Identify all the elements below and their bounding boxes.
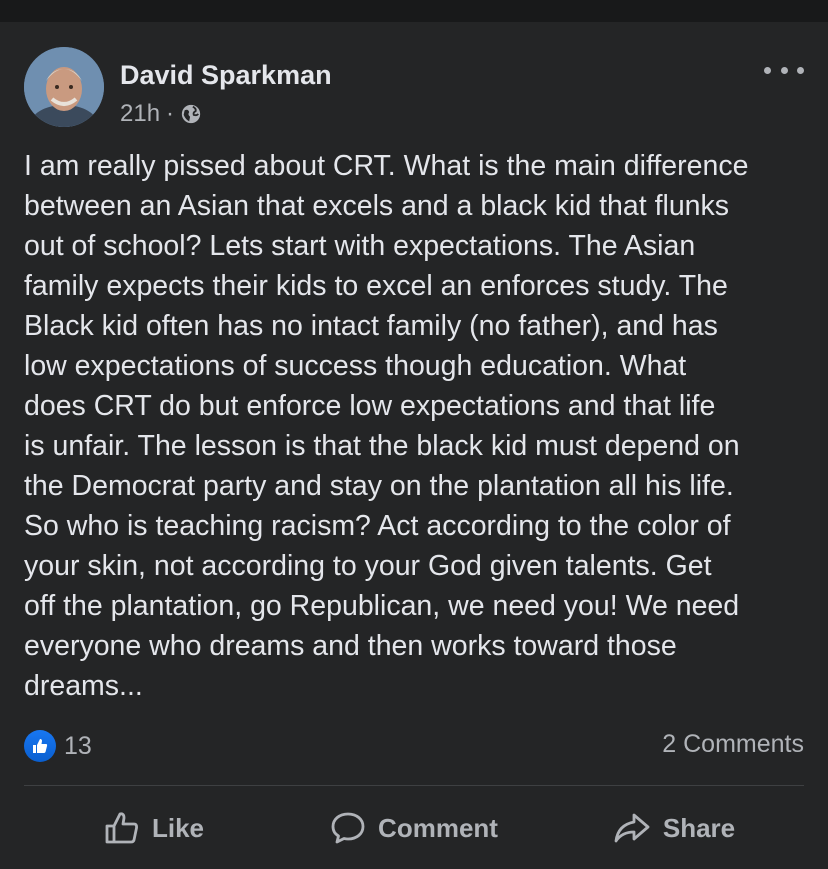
share-label: Share (662, 812, 736, 843)
reactions-summary[interactable]: 13 (24, 730, 92, 762)
action-bar: Like Comment Share (24, 804, 804, 852)
post-time[interactable]: 21h (120, 100, 160, 128)
more-dot (797, 66, 804, 74)
comments-count[interactable]: 2 Comments (662, 730, 804, 759)
share-icon (614, 813, 650, 843)
like-button[interactable]: Like (24, 804, 284, 852)
divider (24, 785, 804, 786)
more-options-icon[interactable] (764, 58, 804, 82)
post-meta: 21h · (120, 100, 202, 128)
author-name[interactable]: David Sparkman (120, 60, 332, 91)
like-reaction-icon (24, 730, 56, 762)
thumbs-up-icon (105, 812, 138, 844)
top-band (0, 0, 828, 22)
avatar-photo (24, 47, 104, 127)
comment-icon (331, 812, 365, 844)
post-text: I am really pissed about CRT. What is th… (24, 150, 749, 702)
comment-label: Comment (378, 812, 498, 843)
reaction-count: 13 (64, 731, 92, 760)
meta-separator: · (166, 100, 175, 127)
globe-icon[interactable] (180, 103, 202, 125)
post-card: David Sparkman 21h · I am really pissed … (0, 22, 828, 869)
more-dot (764, 66, 771, 74)
avatar[interactable] (24, 47, 104, 127)
share-button[interactable]: Share (544, 804, 804, 852)
like-label: Like (151, 812, 205, 843)
comment-button[interactable]: Comment (284, 804, 544, 852)
more-dot (780, 66, 788, 74)
